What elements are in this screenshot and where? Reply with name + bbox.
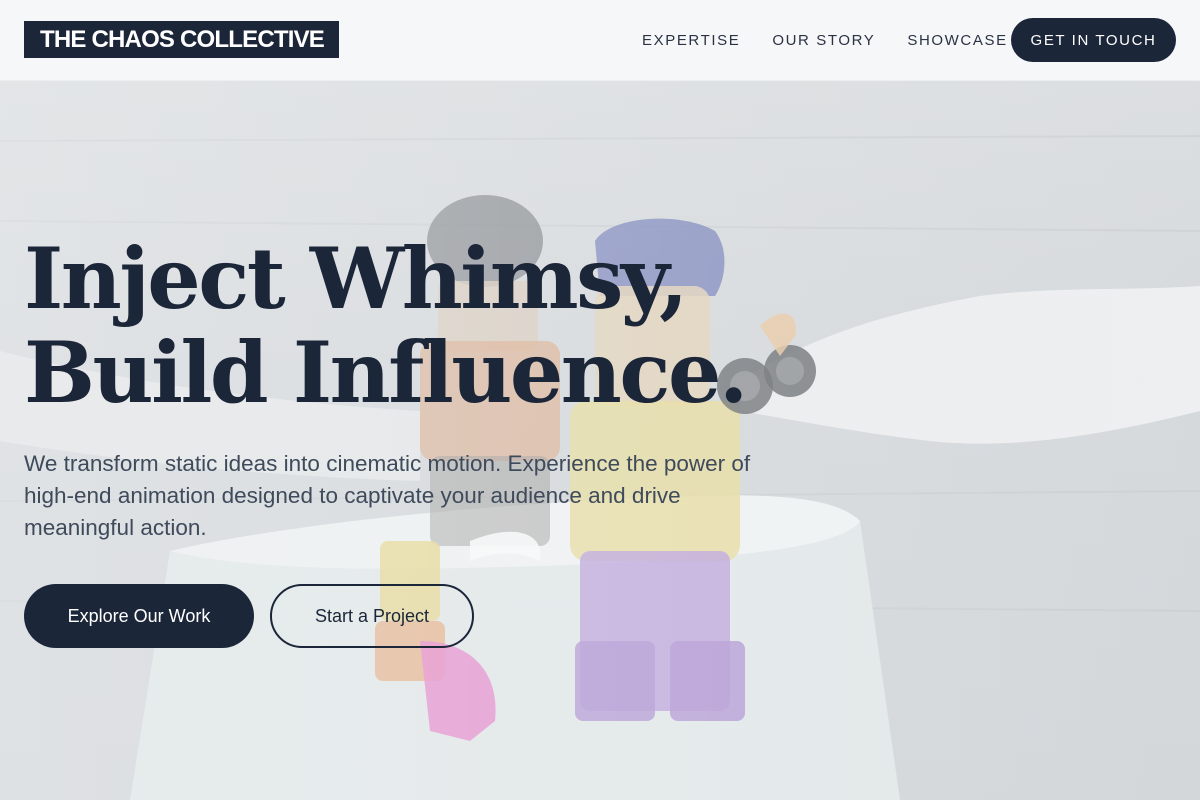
explore-our-work-button[interactable]: Explore Our Work — [24, 584, 254, 648]
nav-link-our-story[interactable]: OUR STORY — [772, 32, 875, 49]
nav-link-expertise[interactable]: EXPERTISE — [642, 32, 740, 49]
hero-section — [0, 81, 1200, 800]
hero-subtext: We transform static ideas into cinematic… — [24, 451, 751, 540]
nav-link-showcase[interactable]: SHOWCASE — [907, 32, 1007, 49]
hero-headline-line-2: Build Influence. — [24, 323, 748, 422]
hero-headline: Inject Whimsy, Build Influence. — [24, 229, 748, 422]
hero-headline-line-1: Inject Whimsy, — [24, 229, 688, 328]
start-a-project-button[interactable]: Start a Project — [270, 584, 474, 648]
hero-overlay — [0, 81, 1200, 800]
get-in-touch-button[interactable]: GET IN TOUCH — [1011, 18, 1176, 62]
brand-logo[interactable]: THE CHAOS COLLECTIVE — [24, 21, 340, 58]
main-nav: EXPERTISE OUR STORY SHOWCASE — [642, 0, 1040, 81]
site-header: THE CHAOS COLLECTIVE EXPERTISE OUR STORY… — [0, 0, 1200, 81]
